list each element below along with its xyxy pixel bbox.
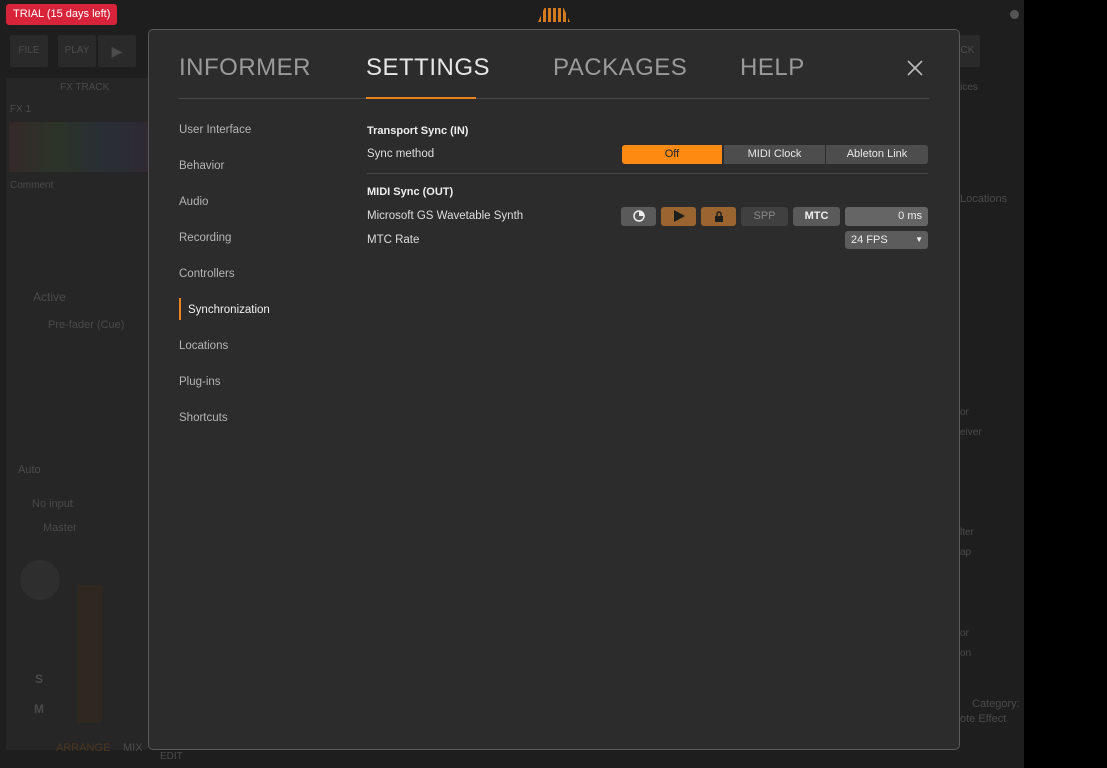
- category-value: ote Effect: [960, 713, 1007, 725]
- mute-button[interactable]: M: [34, 702, 44, 716]
- input-selector[interactable]: No input: [32, 498, 73, 510]
- lock-icon: [714, 211, 723, 222]
- browser-item[interactable]: eiver: [960, 427, 982, 438]
- sidebar-item-audio[interactable]: Audio: [179, 196, 208, 208]
- close-icon[interactable]: [905, 58, 925, 78]
- browser-item[interactable]: lter: [960, 527, 974, 538]
- sync-method-label: Sync method: [367, 148, 435, 160]
- browser-item[interactable]: ap: [960, 547, 971, 558]
- file-button[interactable]: FILE: [10, 35, 48, 67]
- mtc-rate-value: 24 FPS: [851, 234, 888, 246]
- mtc-rate-label: MTC Rate: [367, 234, 420, 246]
- edit-tab[interactable]: EDIT: [160, 751, 183, 762]
- sync-midi-clock-option[interactable]: MIDI Clock: [724, 145, 825, 164]
- midi-device-name: Microsoft GS Wavetable Synth: [367, 210, 524, 222]
- active-item-indicator: [179, 298, 181, 320]
- clock-icon: [632, 210, 645, 222]
- sync-ableton-link-option[interactable]: Ableton Link: [826, 145, 928, 164]
- browser-item[interactable]: or: [960, 628, 969, 639]
- color-palette[interactable]: [9, 122, 148, 172]
- browser-devices-tab[interactable]: ices: [960, 82, 978, 93]
- section-divider: [367, 173, 928, 174]
- mtc-toggle[interactable]: MTC: [793, 207, 840, 226]
- sidebar-item-user-interface[interactable]: User Interface: [179, 124, 251, 136]
- tab-packages[interactable]: PACKAGES: [553, 54, 687, 82]
- spp-toggle[interactable]: SPP: [741, 207, 788, 226]
- automation-mode[interactable]: Auto: [18, 464, 41, 476]
- browser-item[interactable]: on: [960, 648, 971, 659]
- trial-badge[interactable]: TRIAL (15 days left): [6, 4, 118, 25]
- tab-settings[interactable]: SETTINGS: [366, 54, 490, 82]
- sidebar-item-synchronization[interactable]: Synchronization: [188, 304, 270, 316]
- play-icon[interactable]: ▶: [98, 35, 136, 67]
- settings-dialog: INFORMER SETTINGS PACKAGES HELP User Int…: [148, 29, 960, 750]
- active-toggle[interactable]: Active: [33, 290, 66, 304]
- chevron-down-icon: ▼: [915, 235, 923, 244]
- send-selector[interactable]: Pre-fader (Cue): [48, 319, 124, 331]
- browser-locations[interactable]: Locations: [960, 193, 1007, 205]
- sidebar-item-recording[interactable]: Recording: [179, 232, 231, 244]
- lock-toggle[interactable]: [701, 207, 736, 226]
- output-selector[interactable]: Master: [43, 522, 77, 534]
- sync-off-option[interactable]: Off: [622, 145, 722, 164]
- solo-button[interactable]: S: [35, 672, 43, 686]
- arrange-tab[interactable]: ARRANGE: [56, 742, 110, 754]
- tab-help[interactable]: HELP: [740, 54, 805, 82]
- transport-toggle[interactable]: [661, 207, 696, 226]
- play-icon: [673, 210, 685, 222]
- tab-informer[interactable]: INFORMER: [179, 54, 311, 82]
- status-dot-icon: [1010, 10, 1019, 19]
- bitwig-logo: [538, 8, 570, 22]
- mtc-rate-dropdown[interactable]: 24 FPS ▼: [845, 231, 928, 249]
- sidebar-item-shortcuts[interactable]: Shortcuts: [179, 412, 228, 424]
- mix-tab[interactable]: MIX: [123, 742, 143, 754]
- tab-divider: [179, 98, 929, 99]
- sidebar-item-plug-ins[interactable]: Plug-ins: [179, 376, 221, 388]
- clock-toggle[interactable]: [621, 207, 656, 226]
- level-meter: [77, 585, 102, 723]
- play-menu-button[interactable]: PLAY: [58, 35, 96, 67]
- comment-field[interactable]: Comment: [10, 180, 53, 191]
- volume-knob[interactable]: [20, 560, 60, 600]
- active-tab-underline: [366, 97, 476, 99]
- sidebar-item-controllers[interactable]: Controllers: [179, 268, 235, 280]
- category-label: Category:: [972, 698, 1020, 710]
- transport-sync-heading: Transport Sync (IN): [367, 125, 469, 137]
- sidebar-item-behavior[interactable]: Behavior: [179, 160, 224, 172]
- inspector-title: FX TRACK: [60, 82, 110, 93]
- offset-field[interactable]: 0 ms: [845, 207, 928, 226]
- track-name[interactable]: FX 1: [10, 104, 31, 115]
- browser-item[interactable]: or: [960, 407, 969, 418]
- midi-sync-heading: MIDI Sync (OUT): [367, 186, 454, 198]
- sidebar-item-locations[interactable]: Locations: [179, 340, 228, 352]
